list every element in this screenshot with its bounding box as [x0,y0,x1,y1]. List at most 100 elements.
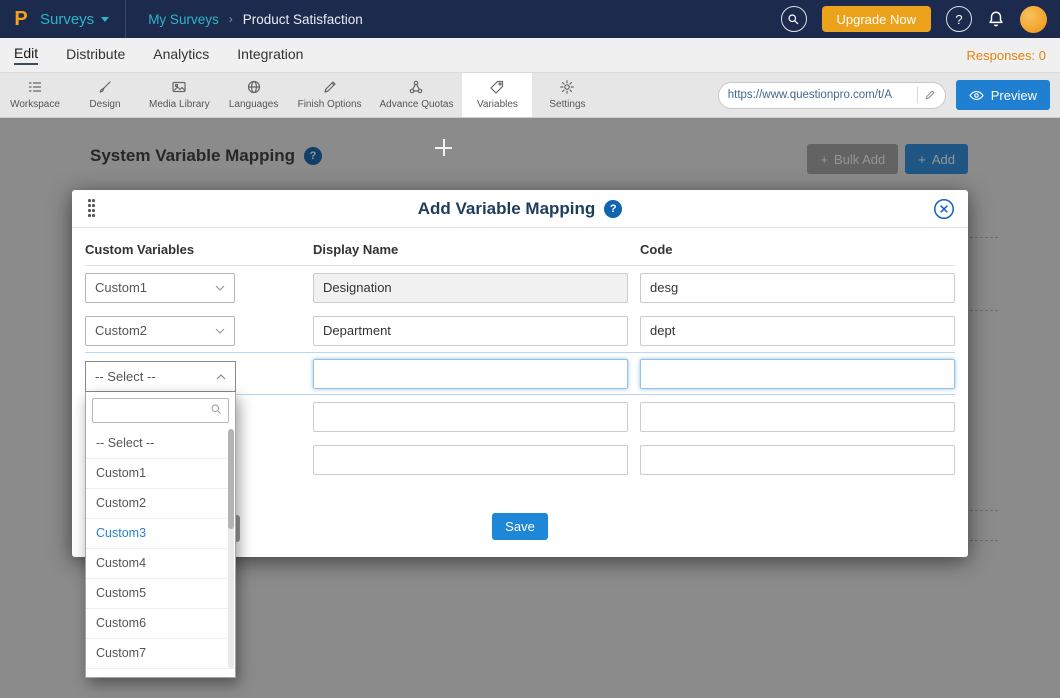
code-input-4[interactable] [640,402,955,432]
variable-select-3[interactable]: -- Select -- [85,361,236,392]
col-code: Code [640,242,955,265]
tool-variables[interactable]: Variables [462,73,532,117]
variable-select-value: Custom1 [95,280,147,295]
col-custom-variables: Custom Variables [85,242,313,265]
help-button[interactable]: ? [946,6,972,32]
tool-label: Advance Quotas [380,99,454,110]
variables-icon [489,79,505,95]
tool-workspace[interactable]: Workspace [0,73,70,117]
dropdown-option-custom7[interactable]: Custom7 [86,639,235,669]
save-button[interactable]: Save [492,513,548,540]
dropdown-scrollbar-thumb[interactable] [228,429,234,529]
variable-select-value: Custom2 [95,323,147,338]
dropdown-option-custom2[interactable]: Custom2 [86,489,235,519]
user-avatar[interactable] [1020,6,1047,33]
bell-icon [987,10,1005,28]
code-input-1[interactable] [640,273,955,303]
surveys-dropdown[interactable]: Surveys [36,0,126,38]
code-input-5[interactable] [640,445,955,475]
tool-label: Languages [229,99,279,110]
dropdown-option-custom5[interactable]: Custom5 [86,579,235,609]
modal-title: Add Variable Mapping [418,199,596,219]
dropdown-search-input[interactable] [92,398,229,423]
breadcrumb-separator: › [229,12,233,26]
tab-analytics[interactable]: Analytics [153,46,209,64]
close-icon [933,198,955,220]
tool-advance-quotas[interactable]: Advance Quotas [371,73,463,117]
mouse-cursor [435,139,452,156]
tool-label: Design [89,99,120,110]
tool-label: Media Library [149,99,210,110]
breadcrumb: My Surveys › Product Satisfaction [148,12,363,27]
edit-toolbar: Workspace Design Media Library Languages… [0,72,1060,118]
preview-button[interactable]: Preview [956,80,1050,110]
tool-label: Variables [477,99,518,110]
chevron-down-icon [101,17,109,22]
display-name-input-1[interactable] [313,273,628,303]
chevron-down-icon [215,328,225,334]
questionpro-logo: P [6,8,36,31]
app-screen: P Surveys My Surveys › Product Satisfact… [0,0,1060,698]
variable-select-1[interactable]: Custom1 [85,273,235,303]
display-name-input-3[interactable] [313,359,628,389]
topbar-actions: Upgrade Now ? [781,6,1048,33]
code-input-3[interactable] [640,359,955,389]
variable-select-dropdown: -- Select -- -- Select -- Custom1 Custom… [85,361,236,678]
display-name-input-4[interactable] [313,402,628,432]
tool-media-library[interactable]: Media Library [140,73,219,117]
tab-edit[interactable]: Edit [14,45,38,65]
responses-count[interactable]: Responses: 0 [967,48,1047,63]
topbar: P Surveys My Surveys › Product Satisfact… [0,0,1060,38]
mapping-row-2: Custom2 [85,309,955,352]
mapping-row-1: Custom1 [85,266,955,309]
dropdown-scrollbar[interactable] [228,429,234,669]
drag-handle-icon[interactable] [88,199,96,219]
upgrade-now-button[interactable]: Upgrade Now [822,6,932,32]
languages-icon [246,79,262,95]
column-headers: Custom Variables Display Name Code [85,242,955,266]
divider [917,87,918,103]
display-name-input-5[interactable] [313,445,628,475]
dropdown-search [86,392,235,429]
chevron-down-icon [215,285,225,291]
surveys-label: Surveys [40,11,94,28]
breadcrumb-my-surveys[interactable]: My Surveys [148,12,219,27]
tool-label: Finish Options [298,99,362,110]
tool-label: Workspace [10,99,60,110]
design-icon [97,79,113,95]
dropdown-option-custom1[interactable]: Custom1 [86,459,235,489]
tab-distribute[interactable]: Distribute [66,46,125,64]
dropdown-option-custom4[interactable]: Custom4 [86,549,235,579]
workspace-icon [27,79,43,95]
modal-help-icon[interactable]: ? [604,200,622,218]
dropdown-panel: -- Select -- Custom1 Custom2 Custom3 Cus… [85,392,236,678]
tool-design[interactable]: Design [70,73,140,117]
code-input-2[interactable] [640,316,955,346]
breadcrumb-survey-name: Product Satisfaction [243,12,363,27]
tool-settings[interactable]: Settings [532,73,602,117]
modal-header: Add Variable Mapping ? [72,190,968,228]
modal-close-button[interactable] [933,198,955,220]
survey-url-field[interactable]: https://www.questionpro.com/t/A [718,82,946,109]
tool-languages[interactable]: Languages [219,73,289,117]
survey-nav: Edit Distribute Analytics Integration Re… [0,38,1060,72]
tab-integration[interactable]: Integration [237,46,303,64]
tool-label: Settings [549,99,585,110]
eye-icon [969,89,984,102]
display-name-input-2[interactable] [313,316,628,346]
survey-url-text: https://www.questionpro.com/t/A [728,89,911,101]
tool-finish-options[interactable]: Finish Options [289,73,371,117]
dropdown-option-custom6[interactable]: Custom6 [86,609,235,639]
variable-select-2[interactable]: Custom2 [85,316,235,346]
edit-url-pencil-icon[interactable] [924,89,936,101]
dropdown-option-list: -- Select -- Custom1 Custom2 Custom3 Cus… [86,429,235,669]
variable-select-value: -- Select -- [95,369,156,384]
dropdown-option-custom3[interactable]: Custom3 [86,519,235,549]
dropdown-option-select[interactable]: -- Select -- [86,429,235,459]
finish-options-icon [322,79,338,95]
col-display-name: Display Name [313,242,640,265]
notifications-button[interactable] [987,10,1005,28]
search-button[interactable] [781,6,807,32]
preview-label: Preview [991,88,1037,103]
media-library-icon [171,79,187,95]
